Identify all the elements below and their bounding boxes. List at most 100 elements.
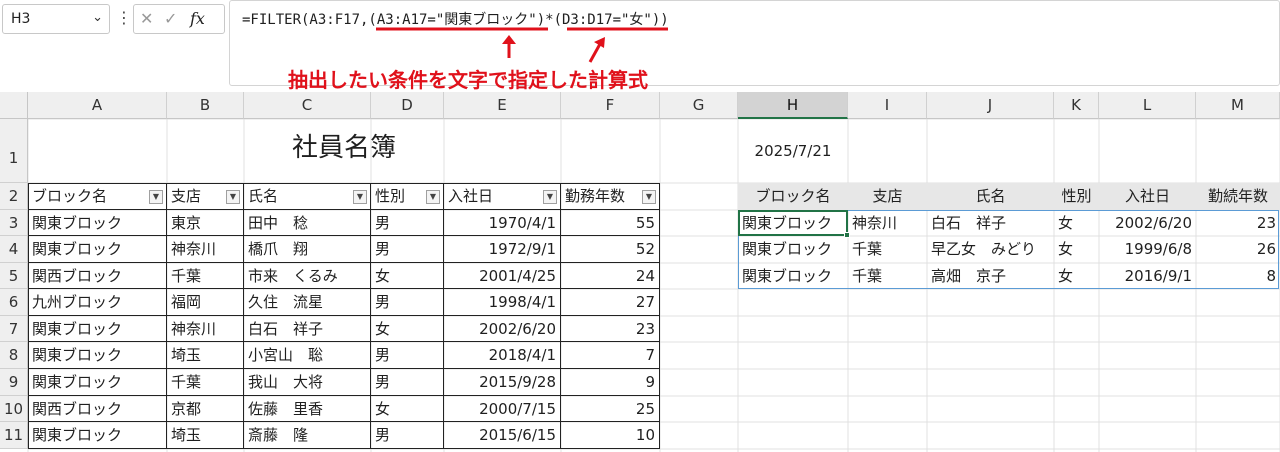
table-cell[interactable]: 久住 流星 — [244, 289, 371, 316]
column-header-g[interactable]: G — [660, 92, 738, 119]
result-cell[interactable]: 関東ブロック — [738, 263, 848, 289]
row-header-8[interactable]: 8 — [0, 342, 28, 369]
table-cell[interactable]: 関東ブロック — [28, 236, 167, 263]
filter-dropdown-button[interactable]: ▼ — [353, 190, 367, 204]
column-header-j[interactable]: J — [927, 92, 1054, 119]
table-cell[interactable]: 23 — [561, 316, 660, 342]
result-cell[interactable]: 高畑 京子 — [927, 263, 1054, 289]
table-cell[interactable]: 10 — [561, 422, 660, 449]
result-cell[interactable]: 女 — [1054, 210, 1099, 236]
table-cell[interactable]: 27 — [561, 289, 660, 316]
table-cell[interactable]: 52 — [561, 236, 660, 263]
table-cell[interactable]: 1998/4/1 — [444, 289, 561, 316]
row-header-1[interactable]: 1 — [0, 119, 28, 183]
table-cell[interactable]: 関東ブロック — [28, 210, 167, 236]
table-cell[interactable]: 京都 — [167, 396, 244, 422]
result-cell[interactable]: 8 — [1196, 263, 1280, 289]
table-cell[interactable]: 白石 祥子 — [244, 316, 371, 342]
result-cell[interactable]: 2002/6/20 — [1099, 210, 1196, 236]
row-header-7[interactable]: 7 — [0, 316, 28, 342]
result-cell[interactable]: 女 — [1054, 236, 1099, 263]
column-header-l[interactable]: L — [1099, 92, 1196, 119]
table-cell[interactable]: 埼玉 — [167, 422, 244, 449]
row-header-6[interactable]: 6 — [0, 289, 28, 316]
result-cell[interactable]: 白石 祥子 — [927, 210, 1054, 236]
table-cell[interactable]: 女 — [371, 396, 444, 422]
table-cell[interactable]: 2018/4/1 — [444, 342, 561, 369]
column-header-a[interactable]: A — [28, 92, 167, 119]
column-header-f[interactable]: F — [561, 92, 660, 119]
row-header-3[interactable]: 3 — [0, 210, 28, 236]
filter-dropdown-button[interactable]: ▼ — [426, 190, 440, 204]
table-cell[interactable]: 1972/9/1 — [444, 236, 561, 263]
column-header-b[interactable]: B — [167, 92, 244, 119]
table-cell[interactable]: 男 — [371, 369, 444, 396]
result-cell[interactable]: 関東ブロック — [738, 236, 848, 263]
table-cell[interactable]: 埼玉 — [167, 342, 244, 369]
table-cell[interactable]: 佐藤 里香 — [244, 396, 371, 422]
table-cell[interactable]: 25 — [561, 396, 660, 422]
table-cell[interactable]: 東京 — [167, 210, 244, 236]
result-cell[interactable]: 神奈川 — [848, 210, 927, 236]
table-cell[interactable]: 橋爪 翔 — [244, 236, 371, 263]
filter-dropdown-button[interactable]: ▼ — [226, 190, 240, 204]
row-header-2[interactable]: 2 — [0, 183, 28, 210]
table-cell[interactable]: 千葉 — [167, 369, 244, 396]
fill-handle[interactable] — [844, 232, 850, 238]
result-cell[interactable]: 千葉 — [848, 236, 927, 263]
column-header-h[interactable]: H — [738, 92, 848, 119]
table-cell[interactable]: 関東ブロック — [28, 316, 167, 342]
result-cell[interactable]: 2016/9/1 — [1099, 263, 1196, 289]
column-header-i[interactable]: I — [848, 92, 927, 119]
date-cell[interactable]: 2025/7/21 — [738, 119, 848, 183]
table-cell[interactable]: 24 — [561, 263, 660, 289]
result-cell[interactable]: 1999/6/8 — [1099, 236, 1196, 263]
table-cell[interactable]: 斎藤 隆 — [244, 422, 371, 449]
table-cell[interactable]: 関東ブロック — [28, 342, 167, 369]
filter-dropdown-button[interactable]: ▼ — [149, 190, 163, 204]
table-cell[interactable]: 小宮山 聡 — [244, 342, 371, 369]
column-header-k[interactable]: K — [1054, 92, 1099, 119]
result-cell[interactable]: 女 — [1054, 263, 1099, 289]
table-cell[interactable]: 男 — [371, 422, 444, 449]
row-header-10[interactable]: 10 — [0, 396, 28, 422]
row-header-9[interactable]: 9 — [0, 369, 28, 396]
row-header-11[interactable]: 11 — [0, 422, 28, 449]
table-cell[interactable]: 九州ブロック — [28, 289, 167, 316]
table-cell[interactable]: 関西ブロック — [28, 263, 167, 289]
table-cell[interactable]: 7 — [561, 342, 660, 369]
table-cell[interactable]: 市来 くるみ — [244, 263, 371, 289]
filter-dropdown-button[interactable]: ▼ — [642, 190, 656, 204]
table-cell[interactable]: 2002/6/20 — [444, 316, 561, 342]
table-cell[interactable]: 女 — [371, 263, 444, 289]
column-header-c[interactable]: C — [244, 92, 371, 119]
table-cell[interactable]: 男 — [371, 236, 444, 263]
filter-dropdown-button[interactable]: ▼ — [543, 190, 557, 204]
column-header-m[interactable]: M — [1196, 92, 1280, 119]
table-cell[interactable]: 神奈川 — [167, 236, 244, 263]
table-cell[interactable]: 神奈川 — [167, 316, 244, 342]
table-cell[interactable]: 2015/6/15 — [444, 422, 561, 449]
table-cell[interactable]: 9 — [561, 369, 660, 396]
table-cell[interactable]: 2015/9/28 — [444, 369, 561, 396]
table-cell[interactable]: 福岡 — [167, 289, 244, 316]
table-cell[interactable]: 関東ブロック — [28, 369, 167, 396]
table-cell[interactable]: 男 — [371, 342, 444, 369]
table-cell[interactable]: 1970/4/1 — [444, 210, 561, 236]
table-cell[interactable]: 関西ブロック — [28, 396, 167, 422]
result-cell[interactable]: 千葉 — [848, 263, 927, 289]
table-cell[interactable]: 55 — [561, 210, 660, 236]
select-all-corner[interactable] — [0, 92, 28, 119]
table-cell[interactable]: 千葉 — [167, 263, 244, 289]
column-header-e[interactable]: E — [444, 92, 561, 119]
table-cell[interactable]: 男 — [371, 210, 444, 236]
table-cell[interactable]: 女 — [371, 316, 444, 342]
row-header-5[interactable]: 5 — [0, 263, 28, 289]
table-cell[interactable]: 2000/7/15 — [444, 396, 561, 422]
table-cell[interactable]: 関東ブロック — [28, 422, 167, 449]
result-cell[interactable]: 早乙女 みどり — [927, 236, 1054, 263]
row-header-4[interactable]: 4 — [0, 236, 28, 263]
result-cell[interactable]: 26 — [1196, 236, 1280, 263]
column-header-d[interactable]: D — [371, 92, 444, 119]
table-cell[interactable]: 我山 大将 — [244, 369, 371, 396]
